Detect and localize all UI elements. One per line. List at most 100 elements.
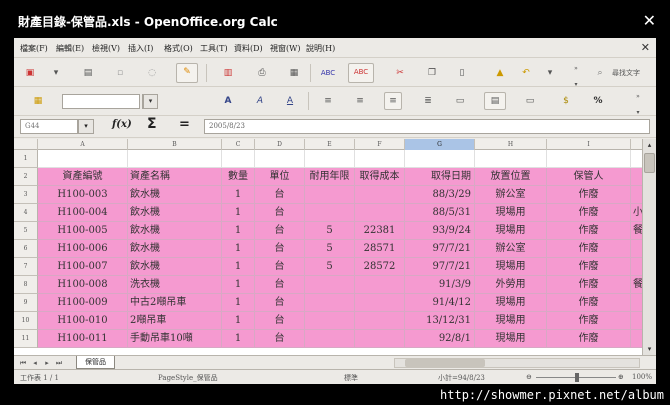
function-icon[interactable]: = [179,117,190,132]
cell-c10[interactable]: 1 [222,312,255,330]
cell-g6[interactable]: 97/7/21 [405,240,475,258]
page-preview-icon[interactable]: ▦ [286,65,302,81]
zoom-in-icon[interactable]: ⊕ [618,373,624,381]
cell-i5[interactable]: 作廢 [547,222,631,240]
cell-d5[interactable]: 台 [255,222,305,240]
underline-icon[interactable]: A [282,93,298,109]
cell-j2[interactable] [631,168,642,186]
font-size-combo[interactable]: ▾ [142,94,158,109]
cell-f8[interactable] [355,276,405,294]
last-sheet-icon[interactable]: ⏭ [54,358,64,368]
cell-b8[interactable]: 洗衣機 [128,276,222,294]
cell-g2[interactable]: 取得日期 [405,168,475,186]
cell-b10[interactable]: 2噸吊車 [128,312,222,330]
column-header-g[interactable]: G [405,139,475,150]
menu-window[interactable]: 視窗(W) [270,43,300,54]
undo-icon[interactable]: ↶ [518,65,534,81]
cell-j3[interactable] [631,186,642,204]
cell-e8[interactable] [305,276,355,294]
cell-d11[interactable]: 台 [255,330,305,348]
cell-a8[interactable]: H100-008 [38,276,128,294]
cell-j5[interactable]: 餐廳 [631,222,642,240]
styles-icon[interactable]: ▦ [30,93,46,109]
cell-b2[interactable]: 資產名稱 [128,168,222,186]
cell-i2[interactable]: 保管人 [547,168,631,186]
font-name-combo[interactable] [62,94,140,109]
row-header[interactable]: 6 [14,240,38,258]
cell-j1[interactable] [631,150,642,168]
cell-e5[interactable]: 5 [305,222,355,240]
cell-g8[interactable]: 91/3/9 [405,276,475,294]
cell-d9[interactable]: 台 [255,294,305,312]
cut-icon[interactable]: ✂ [392,65,408,81]
menu-format[interactable]: 格式(O) [164,43,193,54]
scroll-thumb[interactable] [405,359,485,367]
cell-f4[interactable] [355,204,405,222]
cell-h7[interactable]: 現場用 [475,258,547,276]
cell-b6[interactable]: 飲水機 [128,240,222,258]
row-header[interactable]: 7 [14,258,38,276]
currency-format-icon[interactable]: $ [558,93,574,109]
cell-a5[interactable]: H100-005 [38,222,128,240]
cell-e3[interactable] [305,186,355,204]
cell-b3[interactable]: 飲水機 [128,186,222,204]
cell-i4[interactable]: 作廢 [547,204,631,222]
menu-insert[interactable]: 插入(I) [128,43,153,54]
cell-e6[interactable]: 5 [305,240,355,258]
copy-icon[interactable]: ❐ [424,65,440,81]
cell-e9[interactable] [305,294,355,312]
cell-h1[interactable] [475,150,547,168]
cell-h4[interactable]: 現場用 [475,204,547,222]
menu-edit[interactable]: 編輯(E) [56,43,84,54]
cell-h6[interactable]: 辦公室 [475,240,547,258]
cell-c9[interactable]: 1 [222,294,255,312]
chevron-down-icon[interactable]: ▾ [143,95,157,108]
cell-j11[interactable] [631,330,642,348]
wrap-text-icon[interactable]: ▤ [484,92,506,110]
cell-i10[interactable]: 作廢 [547,312,631,330]
column-header-a[interactable]: A [38,139,128,150]
cell-e4[interactable] [305,204,355,222]
cell-d3[interactable]: 台 [255,186,305,204]
email-icon[interactable]: ◌ [144,65,160,81]
cell-g3[interactable]: 88/3/29 [405,186,475,204]
cell-h8[interactable]: 外勞用 [475,276,547,294]
align-center-icon[interactable]: ≡ [352,93,368,109]
document-close-icon[interactable]: ✕ [641,41,650,54]
scroll-thumb[interactable] [644,153,655,173]
cell-c3[interactable]: 1 [222,186,255,204]
cell-g10[interactable]: 13/12/31 [405,312,475,330]
scroll-down-icon[interactable]: ▾ [643,343,656,355]
select-all-corner[interactable] [14,139,38,150]
cell-a10[interactable]: H100-010 [38,312,128,330]
cell-h3[interactable]: 辦公室 [475,186,547,204]
cell-d1[interactable] [255,150,305,168]
cell-a9[interactable]: H100-009 [38,294,128,312]
cell-c4[interactable]: 1 [222,204,255,222]
cell-h11[interactable]: 現場用 [475,330,547,348]
toolbar-overflow-icon[interactable]: » ▾ [568,61,584,88]
print-icon[interactable]: ⎙ [254,65,270,81]
save-icon[interactable]: ▫ [112,65,128,81]
cell-c6[interactable]: 1 [222,240,255,258]
cell-g9[interactable]: 91/4/12 [405,294,475,312]
row-header[interactable]: 10 [14,312,38,330]
dropdown-arrow-icon[interactable]: ▾ [48,65,64,81]
italic-icon[interactable]: A [252,93,268,109]
column-header-h[interactable]: H [475,139,547,150]
bold-icon[interactable]: A [220,93,236,109]
cell-i11[interactable]: 作廢 [547,330,631,348]
function-wizard-icon[interactable]: f(x) [112,119,132,130]
row-header[interactable]: 2 [14,168,38,186]
cell-a1[interactable] [38,150,128,168]
scroll-up-icon[interactable]: ▴ [643,139,656,151]
cell-a6[interactable]: H100-006 [38,240,128,258]
find-icon[interactable]: ⌕ [592,65,608,81]
menu-tools[interactable]: 工具(T) [200,43,228,54]
cell-c8[interactable]: 1 [222,276,255,294]
cell-e10[interactable] [305,312,355,330]
menu-file[interactable]: 檔案(F) [20,43,48,54]
cell-d4[interactable]: 台 [255,204,305,222]
percent-format-icon[interactable]: % [590,93,606,109]
cell-b4[interactable]: 飲水機 [128,204,222,222]
